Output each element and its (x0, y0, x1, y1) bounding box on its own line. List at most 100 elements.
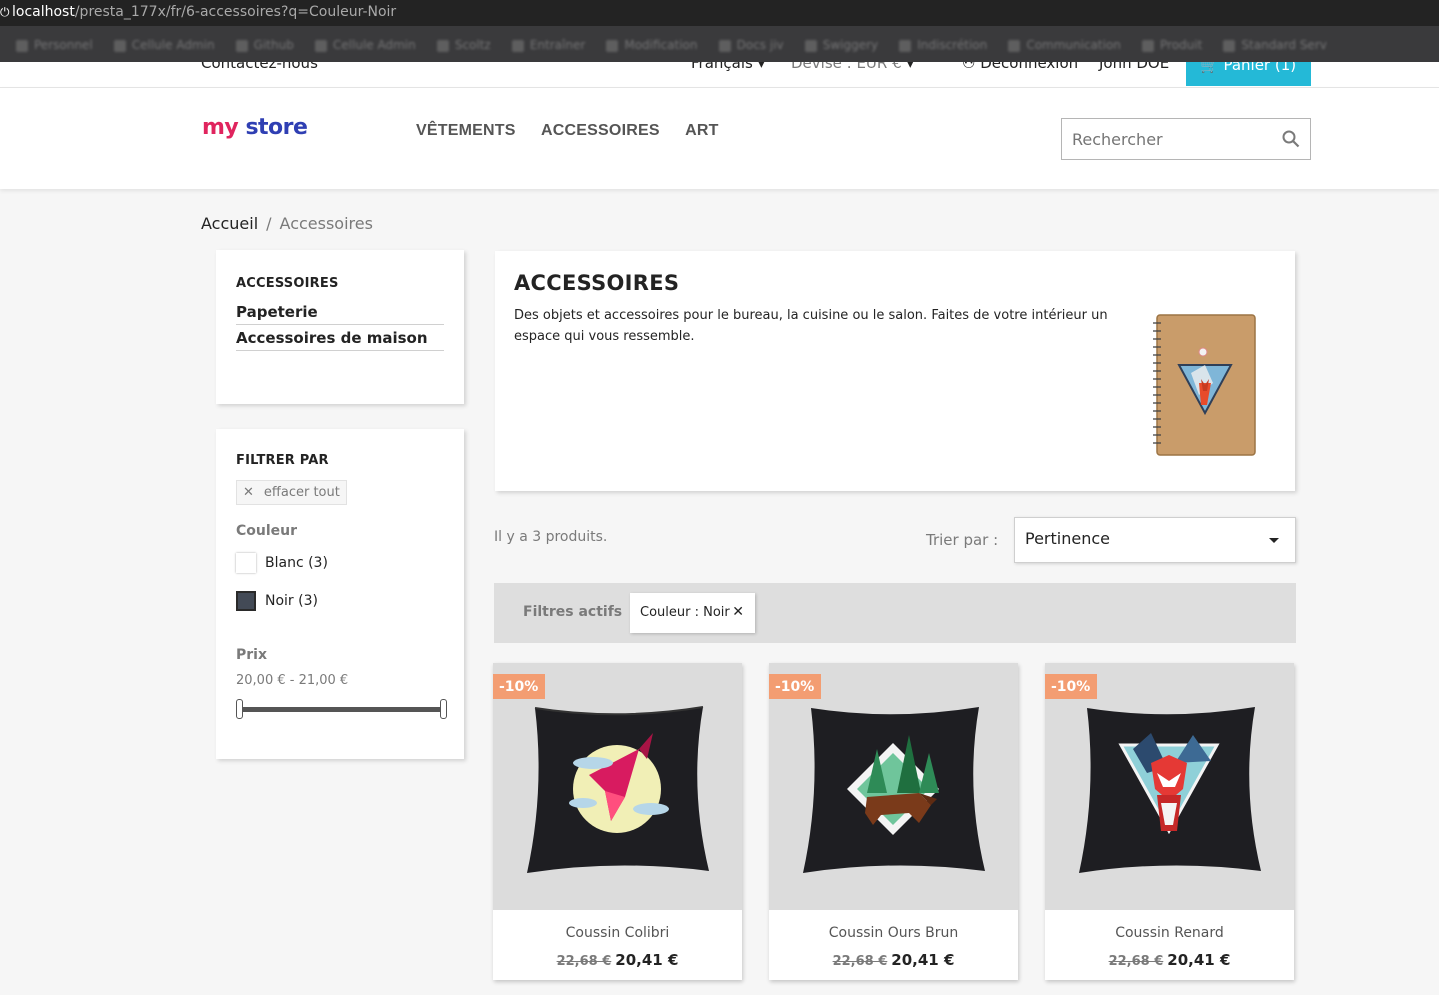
price-slider-min-handle[interactable] (236, 699, 243, 719)
user-icon: ⚇ (962, 62, 976, 72)
search-input[interactable] (1062, 119, 1262, 159)
bookmark-icon (1142, 39, 1154, 52)
close-icon: ✕ (243, 485, 254, 500)
product-price: 20,41 € (615, 951, 679, 969)
bookmark-icon (804, 39, 817, 52)
product-thumbnail[interactable]: -10% (1045, 663, 1294, 910)
bookmark-item[interactable]: Entraîner (511, 38, 585, 52)
regular-price: 22,68 € (556, 954, 612, 969)
search-box (1061, 118, 1311, 160)
bookmark-icon (718, 39, 731, 52)
product-thumbnail[interactable]: -10% (493, 663, 742, 910)
url-host: localhost (12, 4, 75, 20)
bookmark-icon (511, 39, 524, 52)
chevron-down-icon (1269, 538, 1279, 543)
page-info-icon[interactable]: ⏻ (0, 0, 10, 24)
product-card[interactable]: -10% Coussin Ours Brun 22,68 €20,41 € (769, 663, 1018, 980)
active-filters-label: Filtres actifs (523, 604, 623, 620)
active-filter-chip[interactable]: Couleur : Noir ✕ (630, 593, 755, 633)
category-header: ACCESSOIRES Des objets et accessoires po… (495, 251, 1295, 491)
subcategory-papeterie[interactable]: Papeterie (236, 299, 444, 325)
facet-color-title: Couleur (236, 523, 298, 539)
bookmark-icon (1223, 39, 1236, 52)
category-title: ACCESSOIRES (514, 271, 680, 295)
currency-selector[interactable]: Devise : EUR € ▾ (791, 62, 914, 72)
color-swatch-black[interactable] (236, 591, 256, 611)
regular-price: 22,68 € (1108, 954, 1164, 969)
bookmark-item[interactable]: Produit (1142, 38, 1202, 52)
product-count: Il y a 3 produits. (494, 529, 608, 545)
breadcrumb: Accueil / Accessoires (201, 214, 373, 233)
contact-link[interactable]: Contactez-nous (201, 62, 318, 72)
bookmark-icon (16, 39, 28, 52)
discount-badge: -10% (769, 674, 822, 699)
logout-link[interactable]: ⚇ Déconnexion (962, 62, 1078, 72)
close-icon[interactable]: ✕ (732, 604, 744, 620)
bookmark-item[interactable]: Standard Serv (1223, 38, 1327, 52)
bookmark-item[interactable]: Github (235, 38, 294, 52)
product-prices: 22,68 €20,41 € (769, 950, 1018, 969)
bookmark-item[interactable]: Cellule Admin (113, 38, 215, 52)
breadcrumb-current: Accessoires (279, 214, 373, 233)
store-logo[interactable]: my store (202, 115, 308, 140)
category-description: Des objets et accessoires pour le bureau… (514, 308, 1108, 344)
bookmark-item[interactable]: Swiggery (804, 38, 878, 52)
bookmark-item[interactable]: Personnel (16, 38, 93, 52)
category-tree: ACCESSOIRES Papeterie Accessoires de mai… (216, 250, 464, 404)
facets-block: FILTRER PAR ✕ effacer tout Couleur Blanc … (216, 429, 464, 759)
bookmark-item[interactable]: Cellule Admin (314, 38, 416, 52)
color-option-noir[interactable]: Noir (3) (236, 591, 444, 611)
subcategory-accessoires-maison[interactable]: Accessoires de maison (236, 325, 444, 351)
breadcrumb-home[interactable]: Accueil (201, 214, 258, 233)
bookmark-item[interactable]: Scoltz (436, 38, 491, 52)
bookmark-icon (235, 39, 248, 52)
breadcrumb-separator: / (266, 214, 272, 233)
color-option-blanc[interactable]: Blanc (3) (236, 553, 444, 573)
bookmark-item[interactable]: Modification (606, 38, 698, 52)
product-image (803, 707, 985, 873)
menu-item-vetements[interactable]: VÊTEMENTS (416, 122, 516, 139)
product-name[interactable]: Coussin Renard (1045, 925, 1294, 941)
product-card[interactable]: -10% Coussin Renard 22,68 €20,41 € (1045, 663, 1294, 980)
main-menu: VÊTEMENTS ACCESSOIRES ART (416, 122, 740, 140)
menu-item-art[interactable]: ART (685, 122, 718, 139)
bookmark-icon (314, 39, 327, 52)
clear-all-button[interactable]: ✕ effacer tout (236, 480, 347, 505)
sort-dropdown[interactable]: Pertinence (1014, 517, 1296, 563)
site-header: my store VÊTEMENTS ACCESSOIRES ART (0, 88, 1439, 189)
discount-badge: -10% (1045, 674, 1098, 699)
bookmarks-bar: Personnel Cellule Admin Github Cellule A… (0, 26, 1439, 62)
bookmark-icon (606, 39, 619, 52)
cart-icon: 🛒 (1200, 62, 1219, 74)
cart-button[interactable]: 🛒 Panier (1) (1186, 62, 1311, 86)
bookmark-icon (1008, 39, 1021, 52)
bookmark-item[interactable]: Docs jiv (718, 38, 784, 52)
category-tree-title[interactable]: ACCESSOIRES (236, 276, 444, 291)
bookmark-item[interactable]: Communication (1008, 38, 1121, 52)
price-slider-max-handle[interactable] (440, 699, 447, 719)
product-prices: 22,68 €20,41 € (493, 950, 742, 969)
discount-badge: -10% (493, 674, 546, 699)
product-card[interactable]: -10% Coussin Colibri 22,68 €20,41 € (493, 663, 742, 980)
product-price: 20,41 € (1167, 951, 1231, 969)
bookmark-icon (113, 39, 126, 52)
regular-price: 22,68 € (832, 954, 888, 969)
product-image (1079, 707, 1261, 873)
color-swatch-white[interactable] (236, 553, 256, 573)
bookmark-item[interactable]: Indiscrétion (899, 38, 987, 52)
price-slider[interactable] (236, 698, 447, 720)
search-icon[interactable] (1282, 130, 1300, 152)
account-link[interactable]: John DOE (1099, 62, 1169, 72)
product-name[interactable]: Coussin Ours Brun (769, 925, 1018, 941)
language-selector[interactable]: Français ▾ (691, 62, 765, 72)
chevron-down-icon: ▾ (757, 62, 766, 72)
product-thumbnail[interactable]: -10% (769, 663, 1018, 910)
filter-title: FILTRER PAR (236, 453, 329, 468)
product-name[interactable]: Coussin Colibri (493, 925, 742, 941)
chevron-down-icon: ▾ (906, 62, 914, 72)
menu-item-accessoires[interactable]: ACCESSOIRES (541, 122, 660, 139)
browser-url-bar[interactable]: ⏻ localhost/presta_177x/fr/6-accessoires?… (0, 0, 1439, 26)
bookmark-icon (436, 39, 449, 52)
facet-price-title: Prix (236, 647, 267, 663)
product-image (527, 706, 709, 873)
